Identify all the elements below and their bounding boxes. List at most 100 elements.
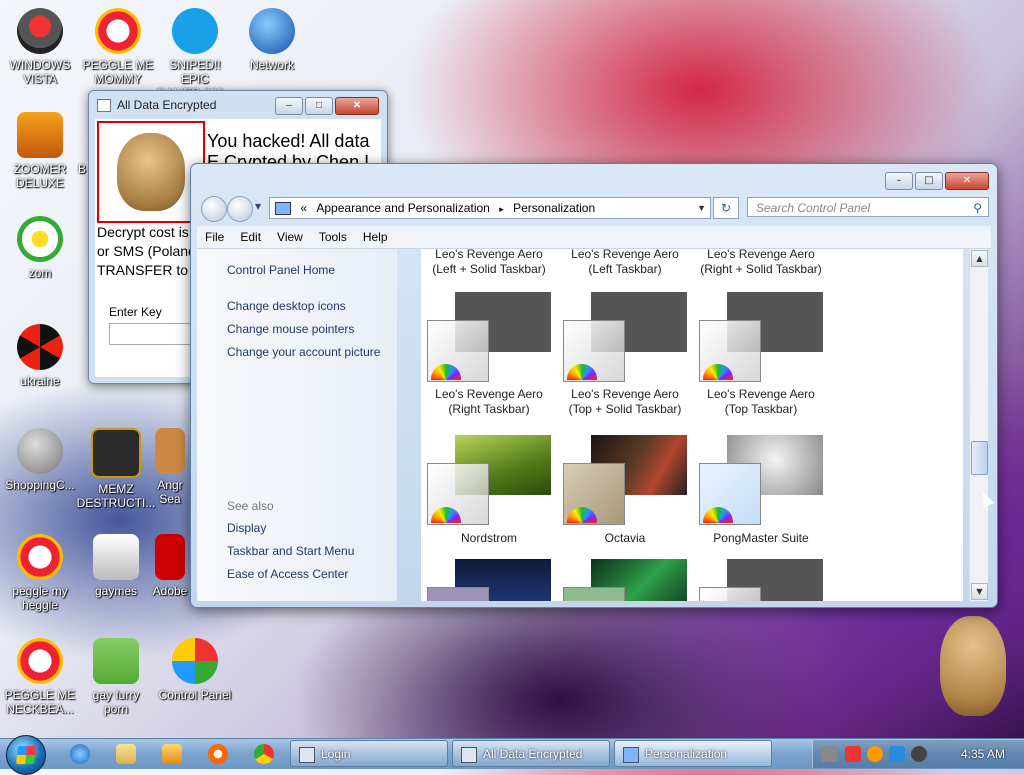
- zoomer-icon: [17, 112, 63, 158]
- theme-item[interactable]: Leo's Revenge Aero (Right Taskbar): [421, 387, 557, 417]
- maximize-button[interactable]: □: [915, 172, 943, 190]
- control-panel-icon: [275, 202, 291, 216]
- hamster-mascot-image: [940, 616, 1006, 716]
- explorer-folder-icon[interactable]: [116, 744, 136, 764]
- search-input[interactable]: Search Control Panel ⚲: [747, 197, 989, 217]
- theme-item[interactable]: Leo's Revenge Aero (Right + Solid Taskba…: [693, 249, 829, 277]
- taskbar-start-menu-link[interactable]: Taskbar and Start Menu: [227, 544, 354, 558]
- theme-item[interactable]: Nordstrom: [421, 531, 557, 546]
- back-button[interactable]: [201, 196, 227, 222]
- vertical-scrollbar[interactable]: ▲ ▼: [969, 249, 988, 601]
- theme-item[interactable]: Octavia: [557, 531, 693, 546]
- skype-icon: [172, 8, 218, 54]
- desktop-icon-peggle-my-heggle[interactable]: peggle my heggle: [0, 534, 80, 612]
- app-launcher-icon[interactable]: [208, 744, 228, 764]
- desktop-icon-sniped[interactable]: SNIPED!! EPIC GAMER 360...: [155, 8, 235, 100]
- adobe-icon: [155, 534, 185, 580]
- menu-tools[interactable]: Tools: [311, 226, 355, 248]
- windows-vista-icon: [17, 8, 63, 54]
- notification-area: 4:35 AM: [812, 740, 1024, 768]
- theme-item[interactable]: Leo's Revenge Aero (Top Taskbar): [693, 387, 829, 417]
- tray-network-icon[interactable]: [889, 746, 905, 762]
- taskbar-button-all-data-encrypted[interactable]: All Data Encrypted: [452, 740, 610, 767]
- theme-thumbnail-pongmaster[interactable]: [699, 435, 835, 529]
- theme-thumbnail[interactable]: [699, 559, 835, 601]
- theme-thumbnail[interactable]: [699, 292, 835, 386]
- change-mouse-pointers-link[interactable]: Change mouse pointers: [227, 322, 354, 336]
- desktop-icon-windows-vista[interactable]: WINDOWS VISTA: [0, 8, 80, 86]
- theme-thumbnail-octavia[interactable]: [563, 435, 699, 529]
- close-button[interactable]: ✕: [945, 172, 989, 190]
- folder-icon: [93, 534, 139, 580]
- desktop-icon-network[interactable]: Network: [232, 8, 312, 72]
- search-icon[interactable]: ⚲: [973, 198, 982, 218]
- desktop-icon-zom[interactable]: zom: [0, 216, 80, 280]
- refresh-button[interactable]: ↻: [713, 197, 739, 219]
- ransomware-titlebar[interactable]: All Data Encrypted – □ ✕: [89, 91, 387, 119]
- menu-view[interactable]: View: [269, 226, 311, 248]
- theme-thumbnail[interactable]: [427, 292, 563, 386]
- desktop-icon-gaymes[interactable]: gaymes: [76, 534, 156, 598]
- tray-volume-icon[interactable]: [911, 746, 927, 762]
- theme-thumbnail[interactable]: [563, 292, 699, 386]
- address-bar[interactable]: « Appearance and Personalization ▸ Perso…: [269, 197, 711, 219]
- desktop-icon-control-panel[interactable]: Control Panel: [155, 638, 235, 702]
- maximize-button[interactable]: □: [305, 97, 333, 115]
- tray-app-icon[interactable]: [821, 746, 837, 762]
- ease-of-access-link[interactable]: Ease of Access Center: [227, 567, 348, 581]
- chevron-down-icon[interactable]: ▼: [697, 198, 706, 218]
- breadcrumb-appearance[interactable]: Appearance and Personalization: [316, 201, 489, 215]
- internet-explorer-icon[interactable]: [70, 744, 90, 764]
- minimize-button[interactable]: –: [885, 172, 913, 190]
- theme-item[interactable]: Leo's Revenge Aero (Top + Solid Taskbar): [557, 387, 693, 417]
- recent-pages-dropdown[interactable]: ▼: [255, 202, 261, 211]
- scroll-down-arrow-icon[interactable]: ▼: [971, 583, 988, 600]
- display-link[interactable]: Display: [227, 521, 266, 535]
- theme-thumbnail[interactable]: [563, 559, 699, 601]
- theme-thumbnail[interactable]: [427, 559, 563, 601]
- flash-icon: [17, 428, 63, 474]
- radiation-icon: [17, 324, 63, 370]
- desktop-icon-shopping[interactable]: ShoppingC...: [0, 428, 80, 492]
- control-panel-home-link[interactable]: Control Panel Home: [227, 263, 335, 277]
- close-button[interactable]: ✕: [335, 97, 379, 115]
- desktop-icon-memz[interactable]: MEMZ DESTRUCTI...: [76, 428, 156, 510]
- desktop-icon-angry[interactable]: Angr Sea: [150, 428, 190, 506]
- ransom-body: Decrypt cost is or SMS (Poland TRANSFER …: [97, 224, 200, 278]
- desktop-icon-adobe[interactable]: Adobe: [150, 534, 190, 598]
- theme-thumbnail-nordstrom[interactable]: [427, 435, 563, 529]
- change-desktop-icons-link[interactable]: Change desktop icons: [227, 299, 346, 313]
- menu-file[interactable]: File: [197, 226, 232, 248]
- breadcrumb-personalization[interactable]: Personalization: [513, 201, 595, 215]
- system-clock[interactable]: 4:35 AM: [961, 740, 1005, 768]
- desktop-icon-peggle-neckbea[interactable]: PEGGLE ME NECKBEA...: [0, 638, 80, 716]
- login-icon: [299, 747, 315, 763]
- desktop-icon-gay-furry[interactable]: gay furry porn: [76, 638, 156, 716]
- theme-item[interactable]: PongMaster Suite: [693, 531, 829, 546]
- desktop-icon-ukraine[interactable]: ukraine: [0, 324, 80, 388]
- chrome-icon[interactable]: [254, 744, 274, 764]
- navigation-bar: ▼ « Appearance and Personalization ▸ Per…: [197, 194, 991, 222]
- tray-antivirus-icon[interactable]: [845, 746, 861, 762]
- media-player-icon[interactable]: [162, 744, 182, 764]
- desktop-icon-peggle-me-mommy[interactable]: PEGGLE ME MOMMY: [78, 8, 158, 86]
- minimize-button[interactable]: –: [275, 97, 303, 115]
- scroll-thumb[interactable]: [971, 441, 988, 475]
- breadcrumb-prefix[interactable]: «: [300, 201, 307, 215]
- menu-help[interactable]: Help: [355, 226, 396, 248]
- enter-key-label: Enter Key: [109, 305, 162, 319]
- start-button[interactable]: [6, 735, 46, 775]
- scroll-up-arrow-icon[interactable]: ▲: [971, 250, 988, 267]
- change-account-picture-link[interactable]: Change your account picture: [227, 345, 380, 359]
- breadcrumb-separator[interactable]: ▸: [499, 204, 504, 214]
- windows-logo-icon: [16, 746, 36, 764]
- menu-edit[interactable]: Edit: [232, 226, 269, 248]
- desktop-icon-zoomer-deluxe[interactable]: ZOOMER DELUXE: [0, 112, 80, 190]
- taskbar-button-login[interactable]: Login: [290, 740, 448, 767]
- personalization-window[interactable]: – □ ✕ ▼ « Appearance and Personalization…: [190, 163, 998, 608]
- tray-search-icon[interactable]: [867, 746, 883, 762]
- theme-item[interactable]: Leo's Revenge Aero (Left Taskbar): [557, 249, 693, 277]
- taskbar-button-personalization[interactable]: Personalization: [614, 740, 772, 767]
- forward-button[interactable]: [227, 196, 253, 222]
- theme-item[interactable]: Leo's Revenge Aero (Left + Solid Taskbar…: [421, 249, 557, 277]
